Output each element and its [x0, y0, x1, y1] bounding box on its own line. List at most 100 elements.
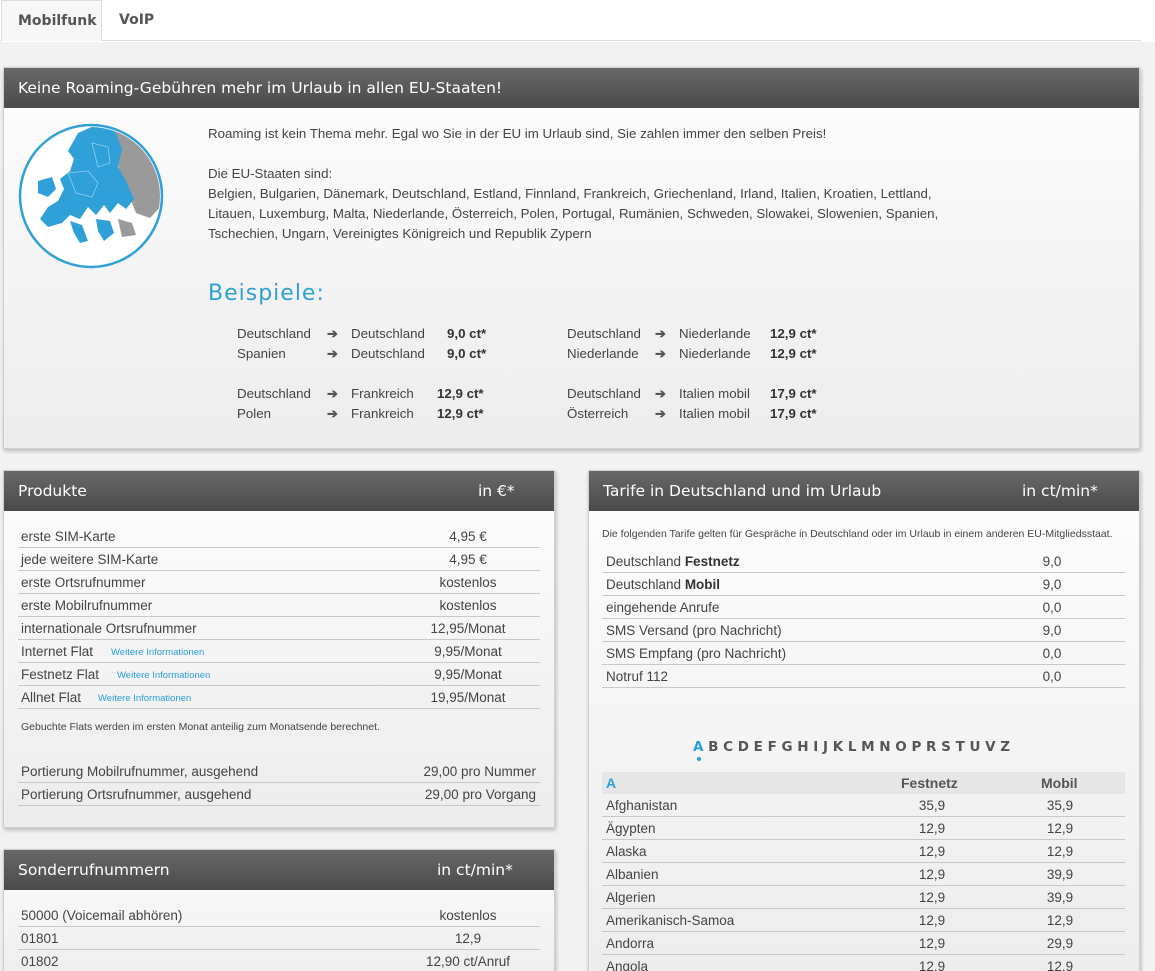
alphabet-letter[interactable]: Z — [1000, 739, 1010, 755]
product-label: erste Ortsrufnummer — [21, 575, 146, 590]
country-name: Angola — [606, 959, 649, 971]
alphabet-letter[interactable]: E — [754, 739, 764, 755]
rate-label-text: Deutschland — [606, 577, 685, 592]
tab-bar: Mobilfunk VoIP — [0, 0, 1141, 41]
table-row: 01801 12,9 — [18, 927, 540, 950]
special-number-label: 01802 — [21, 954, 59, 969]
example-row: Spanien ➔ Deutschland 9,0 ct* — [237, 344, 537, 364]
table-row: Angola 12,9 12,9 — [602, 955, 1125, 971]
rate-label-text: SMS Empfang (pro Nachricht) — [606, 646, 787, 661]
special-number-price: 12,90 ct/Anruf — [425, 954, 511, 969]
arrow-right-icon: ➔ — [327, 406, 338, 421]
porting-label: Portierung Ortsrufnummer, ausgehend — [21, 787, 252, 802]
table-row: Internet Flat Weitere Informationen 9,95/M… — [18, 640, 540, 663]
product-price: kostenlos — [439, 575, 497, 590]
alphabet-letter[interactable]: U — [969, 739, 980, 755]
rate-label-text: SMS Versand (pro Nachricht) — [606, 623, 782, 638]
column-festnetz: Festnetz — [901, 775, 958, 791]
products-title: Produkte — [18, 482, 87, 500]
country-name: Ägypten — [606, 821, 656, 836]
rate-value: 0,0 — [1042, 600, 1062, 615]
alphabet-letter[interactable]: S — [941, 739, 951, 755]
table-row: erste Ortsrufnummer kostenlos — [18, 571, 540, 594]
alphabet-letter[interactable]: O — [895, 739, 907, 755]
table-row: erste Mobilrufnummer kostenlos — [18, 594, 540, 617]
product-price: 9,95/Monat — [434, 667, 502, 682]
alphabet-letter[interactable]: I — [813, 739, 819, 755]
table-row: 01802 12,90 ct/Anruf — [18, 950, 540, 971]
tab-mobilfunk[interactable]: Mobilfunk — [1, 0, 102, 41]
tab-voip[interactable]: VoIP — [103, 0, 170, 41]
eu-states-heading: Die EU-Staaten sind: — [208, 166, 333, 181]
rates-panel-header: Tarife in Deutschland und im Urlaub in c… — [589, 471, 1139, 511]
rate-value: 9,0 — [1042, 577, 1062, 592]
alphabet-letter[interactable]: H — [797, 739, 809, 755]
table-row: 50000 (Voicemail abhören) kostenlos — [18, 904, 540, 927]
example-to: Niederlande — [679, 346, 751, 361]
alphabet-letter[interactable]: N — [879, 739, 891, 755]
country-name: Alaska — [606, 844, 647, 859]
country-festnetz: 12,9 — [918, 936, 946, 951]
alphabet-letter[interactable]: D — [738, 739, 750, 755]
country-festnetz: 12,9 — [918, 913, 946, 928]
rate-value: 0,0 — [1042, 669, 1062, 684]
example-to: Niederlande — [679, 326, 751, 341]
alphabet-letter[interactable]: V — [985, 739, 996, 755]
alphabet-letter[interactable]: J — [823, 739, 829, 755]
alphabet-letter[interactable]: F — [768, 739, 778, 755]
example-price: 12,9 ct* — [770, 326, 817, 341]
table-row: Amerikanisch-Samoa 12,9 12,9 — [602, 909, 1125, 932]
alphabet-letter[interactable]: C — [723, 739, 733, 755]
rate-label-text: Deutschland — [606, 554, 685, 569]
more-info-link[interactable]: Weitere Informationen — [98, 687, 191, 710]
product-label: jede weitere SIM-Karte — [21, 552, 159, 567]
alphabet-letter[interactable]: A — [693, 739, 704, 755]
roaming-panel: Keine Roaming-Gebühren mehr im Urlaub in… — [3, 67, 1140, 449]
table-row: erste SIM-Karte 4,95 € — [18, 525, 540, 548]
example-from: Polen — [237, 406, 272, 421]
alphabet-letter[interactable]: B — [708, 739, 719, 755]
example-price: 9,0 ct* — [447, 326, 487, 341]
eu-states-line-2: Litauen, Luxemburg, Malta, Niederlande, … — [208, 206, 939, 221]
more-info-link[interactable]: Weitere Informationen — [111, 641, 204, 664]
table-row: Portierung Ortsrufnummer, ausgehend 29,00… — [18, 783, 540, 806]
country-name: Albanien — [606, 867, 659, 882]
example-from: Österreich — [567, 406, 629, 421]
example-price: 12,9 ct* — [770, 346, 817, 361]
roaming-panel-title: Keine Roaming-Gebühren mehr im Urlaub in… — [4, 68, 1139, 108]
porting-price: 29,00 pro Vorgang — [424, 787, 536, 802]
alphabet-letter[interactable]: L — [848, 739, 857, 755]
alphabet-letter[interactable]: K — [833, 739, 844, 755]
alphabet-letter[interactable]: T — [956, 739, 966, 755]
product-label: Internet Flat — [21, 644, 94, 659]
example-to: Frankreich — [351, 386, 414, 401]
table-row: Ägypten 12,9 12,9 — [602, 817, 1125, 840]
alphabet-letter[interactable]: R — [926, 739, 937, 755]
product-label: erste SIM-Karte — [21, 529, 116, 544]
more-info-link[interactable]: Weitere Informationen — [117, 664, 210, 687]
example-row: Deutschland ➔ Niederlande 12,9 ct* — [567, 324, 867, 344]
alphabet-letter[interactable]: M — [861, 739, 875, 755]
country-mobil: 12,9 — [1046, 959, 1074, 971]
example-price: 17,9 ct* — [770, 386, 817, 401]
active-letter-indicator — [697, 757, 701, 761]
rate-label: SMS Empfang (pro Nachricht) — [606, 642, 786, 665]
table-row: Algerien 12,9 39,9 — [602, 886, 1125, 909]
example-row: Deutschland ➔ Frankreich 12,9 ct* — [237, 384, 537, 404]
alphabet-filter: ABCDEFGHIJKLMNOPRSTUVZ — [693, 739, 1015, 755]
example-to: Frankreich — [351, 406, 414, 421]
alphabet-letter[interactable]: G — [781, 739, 793, 755]
product-label: erste Mobilrufnummer — [21, 598, 153, 613]
rate-label-bold: Festnetz — [684, 554, 740, 569]
table-row: Andorra 12,9 29,9 — [602, 932, 1125, 955]
arrow-right-icon: ➔ — [655, 326, 666, 341]
eu-states-line-1: Belgien, Bulgarien, Dänemark, Deutschlan… — [208, 186, 932, 201]
alphabet-letter[interactable]: P — [911, 739, 921, 755]
example-row: Deutschland ➔ Deutschland 9,0 ct* — [237, 324, 537, 344]
example-price: 12,9 ct* — [437, 386, 484, 401]
products-panel-header: Produkte in €* — [4, 471, 554, 511]
porting-price: 29,00 pro Nummer — [423, 764, 536, 779]
arrow-right-icon: ➔ — [655, 406, 666, 421]
rate-label-bold: Mobil — [684, 577, 721, 592]
country-mobil: 12,9 — [1046, 913, 1074, 928]
